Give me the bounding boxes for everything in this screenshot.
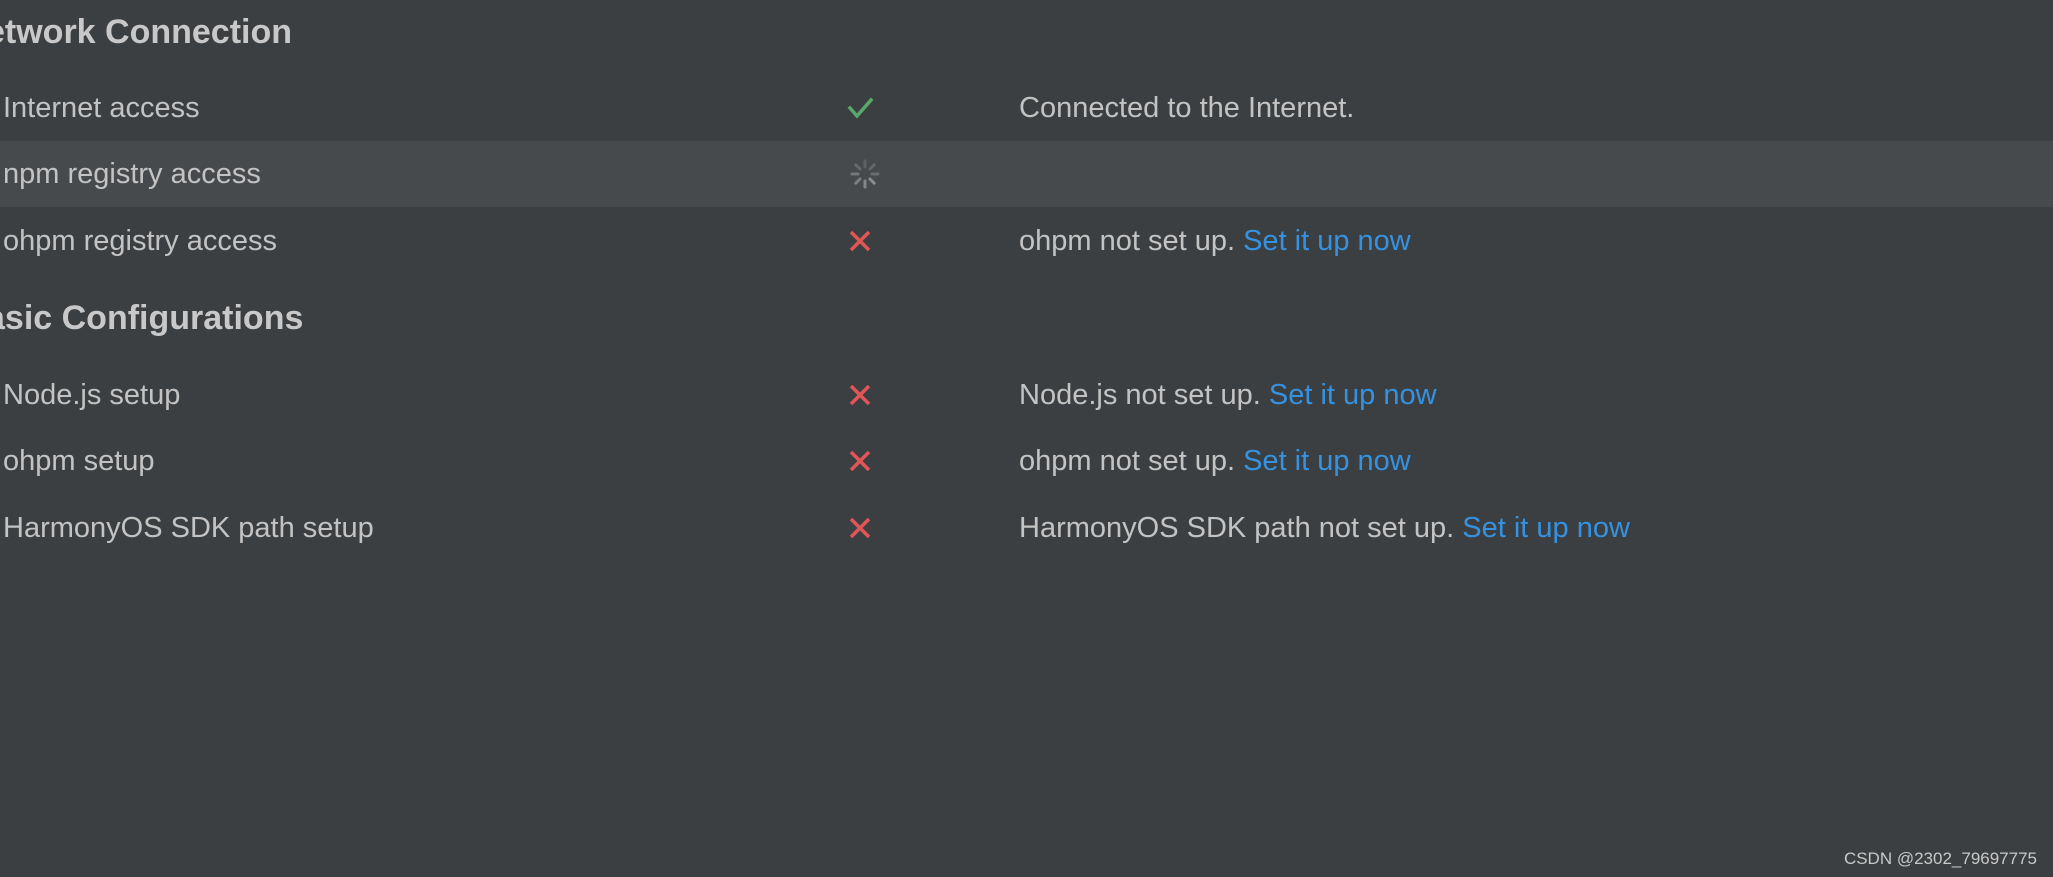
status-message: Connected to the Internet. (1019, 92, 1355, 124)
row-internet-access: Internet access Connected to the Interne… (0, 75, 2053, 141)
row-message: HarmonyOS SDK path not set up. Set it up… (1019, 495, 1630, 561)
set-it-up-now-link[interactable]: Set it up now (1269, 379, 1437, 411)
row-label: HarmonyOS SDK path setup (3, 512, 374, 544)
row-message: ohpm not set up. Set it up now (1019, 428, 1411, 494)
row-npm-registry-access: npm registry access (0, 141, 2053, 207)
diagnostics-panel: etwork Connection Internet access Connec… (0, 0, 2053, 877)
loading-spinner-icon (849, 158, 881, 190)
basic-configurations-heading: asic Configurations (0, 299, 304, 337)
set-it-up-now-link[interactable]: Set it up now (1243, 445, 1411, 477)
status-message: Node.js not set up. (1019, 379, 1269, 411)
row-label: Internet access (3, 92, 200, 124)
row-harmonyos-sdk-path-setup: HarmonyOS SDK path setup HarmonyOS SDK p… (0, 495, 2053, 561)
row-ohpm-registry-access: ohpm registry access ohpm not set up. Se… (0, 208, 2053, 274)
check-icon (844, 92, 876, 124)
watermark: CSDN @2302_79697775 (1843, 849, 2037, 868)
row-label: Node.js setup (3, 379, 181, 411)
status-message: ohpm not set up. (1019, 445, 1244, 477)
row-label: ohpm registry access (3, 225, 277, 257)
network-connection-heading: etwork Connection (0, 13, 293, 51)
row-label: npm registry access (3, 158, 261, 190)
row-message: Node.js not set up. Set it up now (1019, 362, 1437, 428)
row-ohpm-setup: ohpm setup ohpm not set up. Set it up no… (0, 428, 2053, 494)
status-message: ohpm not set up. (1019, 225, 1244, 257)
row-message: ohpm not set up. Set it up now (1019, 208, 1411, 274)
cross-icon (844, 379, 876, 411)
cross-icon (844, 225, 876, 257)
status-message: HarmonyOS SDK path not set up. (1019, 512, 1463, 544)
row-label: ohpm setup (3, 445, 155, 477)
cross-icon (844, 445, 876, 477)
set-it-up-now-link[interactable]: Set it up now (1462, 512, 1630, 544)
row-message: Connected to the Internet. (1019, 75, 1354, 141)
set-it-up-now-link[interactable]: Set it up now (1243, 225, 1411, 257)
row-nodejs-setup: Node.js setup Node.js not set up. Set it… (0, 362, 2053, 428)
cross-icon (844, 512, 876, 544)
